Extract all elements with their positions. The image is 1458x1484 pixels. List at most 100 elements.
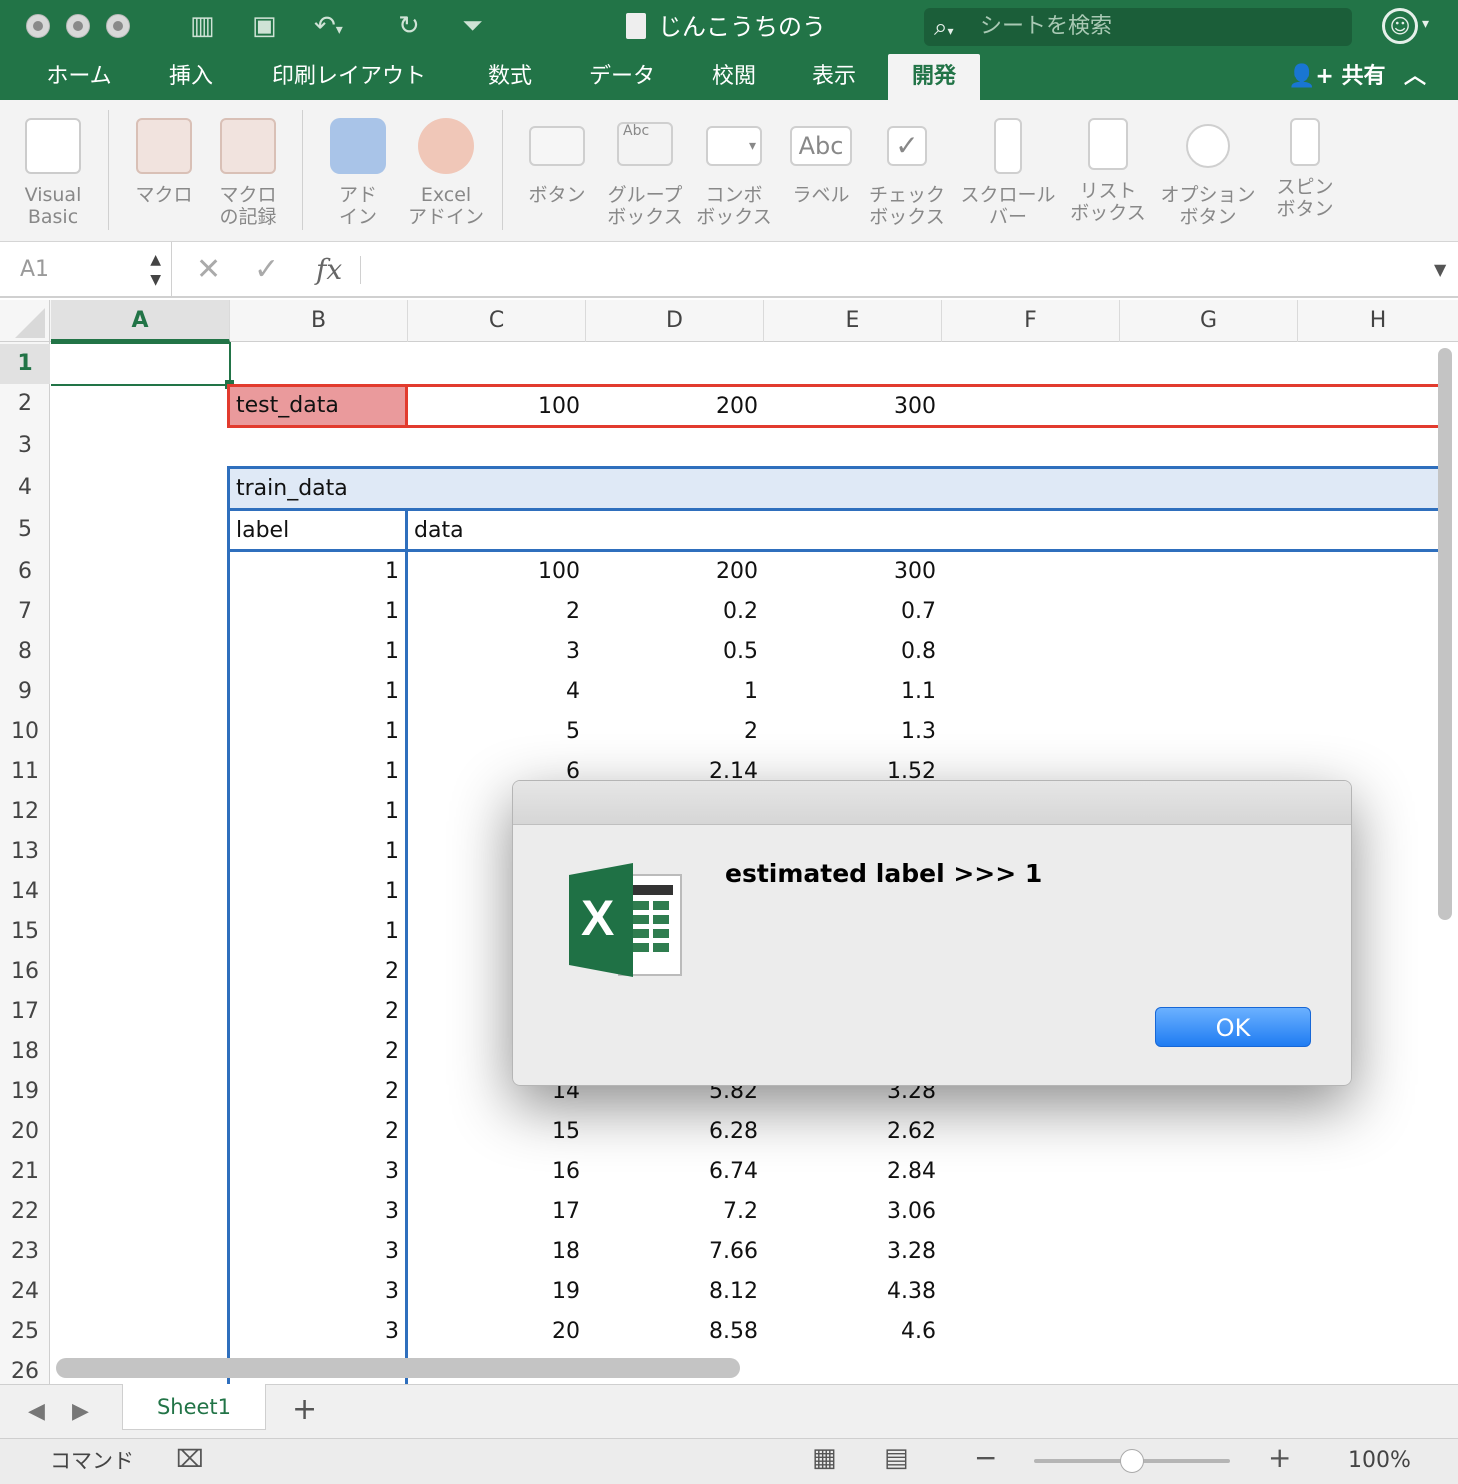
list-box-control[interactable]: リスト ボックス <box>1066 100 1150 224</box>
train-cell-c[interactable]: 17 <box>408 1192 586 1232</box>
row-header[interactable]: 4 <box>0 468 50 508</box>
train-cell-c[interactable]: 19 <box>408 1272 586 1312</box>
combo-box-control[interactable]: ▾ コンボ ボックス <box>694 100 774 228</box>
save-icon[interactable]: ▣ <box>252 10 277 42</box>
tab-insert[interactable]: 挿入 <box>152 54 230 100</box>
vertical-scrollbar[interactable] <box>1438 348 1452 920</box>
train-cell-label[interactable]: 1 <box>230 552 405 592</box>
macro-button[interactable]: マクロ <box>128 100 200 206</box>
train-cell-e[interactable]: 1.1 <box>764 672 942 712</box>
spin-button-control[interactable]: スピン ボタン <box>1270 100 1340 220</box>
train-cell-d[interactable]: 1 <box>586 672 764 712</box>
train-cell-label[interactable]: 3 <box>230 1192 405 1232</box>
column-header-b[interactable]: B <box>230 300 408 342</box>
train-cell-d[interactable]: 2 <box>586 712 764 752</box>
chevron-down-icon[interactable]: ▾ <box>1422 16 1429 32</box>
tab-home[interactable]: ホーム <box>28 54 130 100</box>
page-layout-view-icon[interactable]: ▤ <box>884 1443 909 1473</box>
test-value-d[interactable]: 200 <box>586 387 764 427</box>
train-cell-c[interactable]: 2 <box>408 592 586 632</box>
column-header-e[interactable]: E <box>764 300 942 342</box>
scroll-bar-control[interactable]: スクロール バー <box>958 100 1058 228</box>
sheet-tab-sheet1[interactable]: Sheet1 <box>122 1384 266 1430</box>
train-cell-e[interactable]: 0.7 <box>764 592 942 632</box>
train-header-data[interactable]: data <box>408 511 708 551</box>
zoom-level[interactable]: 100% <box>1348 1439 1411 1483</box>
train-cell-label[interactable]: 2 <box>230 992 405 1032</box>
row-header[interactable]: 19 <box>0 1072 50 1112</box>
tab-page-layout[interactable]: 印刷レイアウト <box>256 54 442 100</box>
test-value-c[interactable]: 100 <box>408 387 586 427</box>
column-header-f[interactable]: F <box>942 300 1120 342</box>
row-header[interactable]: 12 <box>0 792 50 832</box>
addins-button[interactable]: アド イン <box>322 100 394 228</box>
row-header[interactable]: 25 <box>0 1312 50 1352</box>
customize-toolbar-icon[interactable]: ⏷ <box>462 10 483 42</box>
column-header-h[interactable]: H <box>1298 300 1458 342</box>
train-cell-label[interactable]: 3 <box>230 1272 405 1312</box>
train-cell-d[interactable]: 6.28 <box>586 1112 764 1152</box>
train-cell-c[interactable]: 100 <box>408 552 586 592</box>
row-header[interactable]: 5 <box>0 510 50 550</box>
train-cell-e[interactable]: 3.06 <box>764 1192 942 1232</box>
row-header[interactable]: 3 <box>0 426 50 466</box>
train-cell-label[interactable]: 3 <box>230 1152 405 1192</box>
row-header[interactable]: 8 <box>0 632 50 672</box>
train-cell-label[interactable]: 2 <box>230 1032 405 1072</box>
select-all-corner[interactable] <box>0 300 50 342</box>
row-header[interactable]: 21 <box>0 1152 50 1192</box>
train-cell-e[interactable]: 4.6 <box>764 1312 942 1352</box>
row-header[interactable]: 14 <box>0 872 50 912</box>
visual-basic-button[interactable]: Visual Basic <box>10 100 96 228</box>
train-cell-label[interactable]: 1 <box>230 632 405 672</box>
collapse-ribbon-icon[interactable]: ︿ <box>1404 54 1426 100</box>
train-cell-d[interactable]: 0.2 <box>586 592 764 632</box>
column-header-a[interactable]: A <box>51 300 230 342</box>
train-cell-c[interactable]: 18 <box>408 1232 586 1272</box>
record-macro-button[interactable]: マクロ の記録 <box>210 100 286 228</box>
macro-record-icon[interactable]: ⌧ <box>176 1445 204 1473</box>
row-header[interactable]: 22 <box>0 1192 50 1232</box>
train-cell-c[interactable]: 16 <box>408 1152 586 1192</box>
option-button-control[interactable]: オプション ボタン <box>1158 100 1258 228</box>
train-cell-label[interactable]: 1 <box>230 752 405 792</box>
train-cell-e[interactable]: 300 <box>764 552 942 592</box>
row-header[interactable]: 18 <box>0 1032 50 1072</box>
feedback-smiley-icon[interactable]: ☺ <box>1382 8 1418 44</box>
normal-view-icon[interactable]: ▦ <box>812 1443 837 1473</box>
train-cell-d[interactable]: 6.74 <box>586 1152 764 1192</box>
train-cell-label[interactable]: 1 <box>230 792 405 832</box>
row-header[interactable]: 20 <box>0 1112 50 1152</box>
row-header[interactable]: 24 <box>0 1272 50 1312</box>
ok-button[interactable]: OK <box>1155 1007 1311 1047</box>
train-cell-e[interactable]: 2.62 <box>764 1112 942 1152</box>
column-header-g[interactable]: G <box>1120 300 1298 342</box>
group-box-control[interactable]: Abc グループ ボックス <box>604 100 686 228</box>
row-header[interactable]: 11 <box>0 752 50 792</box>
tab-developer[interactable]: 開発 <box>888 54 980 100</box>
zoom-window-button[interactable] <box>106 14 130 38</box>
train-cell-c[interactable]: 4 <box>408 672 586 712</box>
train-data-title[interactable]: train_data <box>230 469 630 509</box>
row-header[interactable]: 17 <box>0 992 50 1032</box>
excel-addins-button[interactable]: Excel アドイン <box>404 100 488 228</box>
row-header[interactable]: 7 <box>0 592 50 632</box>
add-sheet-icon[interactable]: + <box>292 1385 317 1435</box>
train-cell-label[interactable]: 3 <box>230 1312 405 1352</box>
column-header-c[interactable]: C <box>408 300 586 342</box>
train-cell-label[interactable]: 2 <box>230 952 405 992</box>
tab-data[interactable]: データ <box>574 54 670 100</box>
test-value-e[interactable]: 300 <box>764 387 942 427</box>
name-box-stepper-icon[interactable]: ▲ ▼ <box>150 250 161 290</box>
train-cell-label[interactable]: 1 <box>230 912 405 952</box>
check-box-control[interactable]: ✓ チェック ボックス <box>866 100 948 228</box>
redo-icon[interactable]: ↻ <box>398 10 420 42</box>
train-cell-label[interactable]: 1 <box>230 832 405 872</box>
search-sheet-input[interactable]: ⌕▾ シートを検索 <box>924 8 1352 46</box>
train-cell-label[interactable]: 3 <box>230 1232 405 1272</box>
train-cell-c[interactable]: 3 <box>408 632 586 672</box>
train-cell-label[interactable]: 1 <box>230 592 405 632</box>
train-cell-label[interactable]: 1 <box>230 672 405 712</box>
close-window-button[interactable] <box>26 14 50 38</box>
undo-icon[interactable]: ↶▾ <box>314 10 343 46</box>
